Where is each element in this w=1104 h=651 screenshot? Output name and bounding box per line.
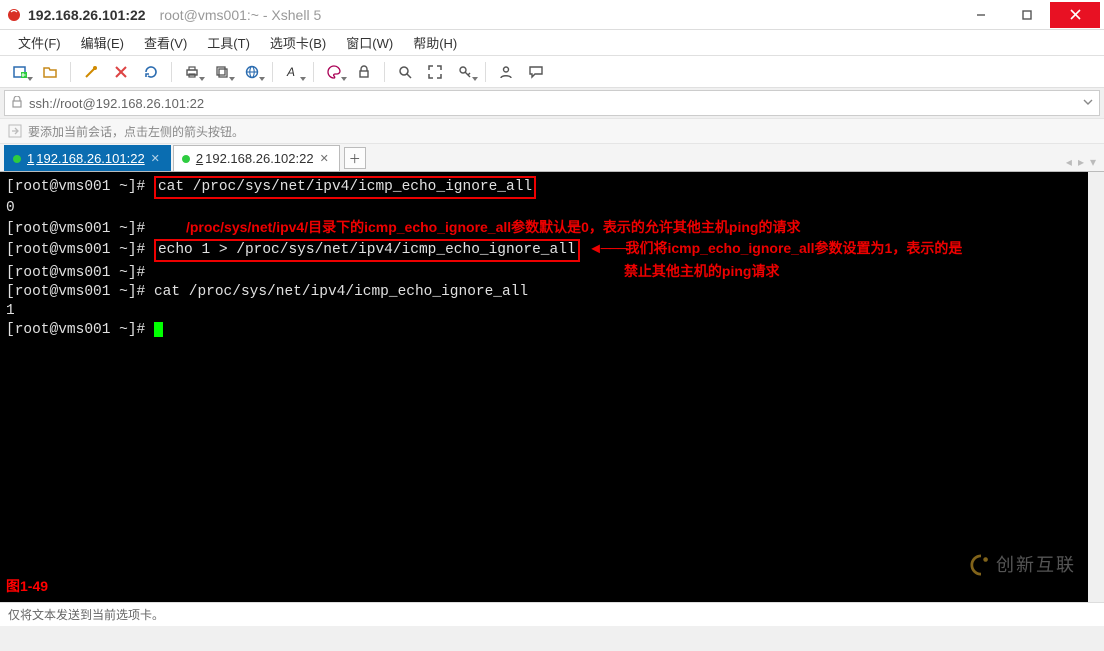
tab-hotkey: 2: [196, 151, 203, 166]
menu-edit[interactable]: 编辑(E): [73, 30, 132, 55]
highlighted-command-2: echo 1 > /proc/sys/net/ipv4/icmp_echo_ig…: [154, 239, 580, 262]
tab-scroll-left-icon[interactable]: ◂: [1064, 153, 1074, 171]
open-icon[interactable]: [36, 60, 64, 84]
arrow-left-icon: ◄───: [588, 241, 625, 257]
watermark: 创新互联: [970, 554, 1076, 576]
title-bar: 192.168.26.101:22 root@vms001:~ - Xshell…: [0, 0, 1104, 30]
hint-arrow-icon[interactable]: [8, 124, 22, 138]
fullscreen-icon[interactable]: [421, 60, 449, 84]
new-session-icon[interactable]: [6, 60, 34, 84]
scrollbar-thumb[interactable]: [1090, 189, 1104, 585]
status-text: 仅将文本发送到当前选项卡。: [8, 606, 164, 623]
status-dot-icon: [13, 155, 21, 163]
reconnect-icon[interactable]: [137, 60, 165, 84]
menu-view[interactable]: 查看(V): [136, 30, 195, 55]
tab-label: 192.168.26.102:22: [205, 151, 313, 166]
terminal-scrollbar[interactable]: ▴ ▾: [1088, 172, 1104, 602]
tab-close-icon[interactable]: ✕: [320, 152, 329, 165]
tab-scroll-right-icon[interactable]: ▸: [1076, 153, 1086, 171]
disconnect-icon[interactable]: [107, 60, 135, 84]
scroll-down-icon[interactable]: ▾: [1089, 586, 1104, 602]
menu-help[interactable]: 帮助(H): [405, 30, 465, 55]
font-icon[interactable]: A: [279, 60, 307, 84]
separator: [384, 62, 385, 82]
address-dropdown-icon[interactable]: [1083, 96, 1093, 110]
user-icon[interactable]: [492, 60, 520, 84]
toolbar: A: [0, 56, 1104, 88]
separator: [70, 62, 71, 82]
scroll-up-icon[interactable]: ▴: [1089, 172, 1104, 188]
session-tab-2[interactable]: 2192.168.26.102:22 ✕: [173, 145, 340, 171]
address-url[interactable]: ssh://root@192.168.26.101:22: [29, 96, 1083, 111]
window-title-path: root@vms001:~ - Xshell 5: [160, 7, 322, 23]
minimize-button[interactable]: [958, 2, 1004, 28]
terminal-cursor: [154, 322, 163, 337]
find-icon[interactable]: [391, 60, 419, 84]
close-button[interactable]: [1050, 2, 1100, 28]
terminal-output: 1: [6, 302, 1082, 321]
shell-prompt: [root@vms001 ~]#: [6, 242, 154, 258]
shell-prompt: [root@vms001 ~]#: [6, 179, 154, 195]
terminal-command: cat /proc/sys/net/ipv4/icmp_echo_ignore_…: [154, 284, 528, 300]
figure-label: 图1-49: [6, 577, 48, 596]
terminal-output: 0: [6, 199, 1082, 218]
shell-prompt: [root@vms001 ~]#: [6, 284, 154, 300]
shell-prompt: [root@vms001 ~]#: [6, 322, 154, 338]
app-icon: [6, 7, 22, 23]
key-icon[interactable]: [451, 60, 479, 84]
connect-icon[interactable]: [77, 60, 105, 84]
hint-bar: 要添加当前会话，点击左侧的箭头按钮。: [0, 118, 1104, 144]
annotation-text-2a: 我们将icmp_echo_ignore_all参数设置为1，表示的是: [625, 240, 962, 256]
menu-window[interactable]: 窗口(W): [338, 30, 401, 55]
tab-close-icon[interactable]: ✕: [151, 152, 160, 165]
tab-list-dropdown-icon[interactable]: ▾: [1088, 153, 1098, 171]
separator: [485, 62, 486, 82]
menu-bar: 文件(F) 编辑(E) 查看(V) 工具(T) 选项卡(B) 窗口(W) 帮助(…: [0, 30, 1104, 56]
address-bar[interactable]: ssh://root@192.168.26.101:22: [4, 90, 1100, 116]
print-icon[interactable]: [178, 60, 206, 84]
session-tab-bar: 1192.168.26.101:22 ✕ 2192.168.26.102:22 …: [0, 144, 1104, 172]
separator: [313, 62, 314, 82]
highlighted-command-1: cat /proc/sys/net/ipv4/icmp_echo_ignore_…: [154, 176, 536, 199]
tab-scroll-arrows: ◂ ▸ ▾: [1064, 153, 1104, 171]
menu-file[interactable]: 文件(F): [10, 30, 69, 55]
palette-icon[interactable]: [320, 60, 348, 84]
separator: [272, 62, 273, 82]
tab-hotkey: 1: [27, 151, 34, 166]
tab-add-button[interactable]: ＋: [344, 147, 366, 169]
comment-icon[interactable]: [522, 60, 550, 84]
watermark-text: 创新互联: [996, 556, 1076, 575]
menu-tools[interactable]: 工具(T): [199, 30, 258, 55]
tab-label: 192.168.26.101:22: [36, 151, 144, 166]
status-bar: 仅将文本发送到当前选项卡。: [0, 602, 1104, 626]
annotation-text-2b: 禁止其他主机的ping请求: [624, 263, 780, 279]
session-tab-1[interactable]: 1192.168.26.101:22 ✕: [4, 145, 171, 171]
separator: [171, 62, 172, 82]
window-title-host: 192.168.26.101:22: [28, 7, 146, 23]
shell-prompt: [root@vms001 ~]#: [6, 221, 154, 237]
menu-tabs[interactable]: 选项卡(B): [262, 30, 334, 55]
annotation-text-1: /proc/sys/net/ipv4/目录下的icmp_echo_ignore_…: [186, 219, 801, 235]
globe-icon[interactable]: [238, 60, 266, 84]
copy-icon[interactable]: [208, 60, 236, 84]
svg-text:A: A: [286, 65, 295, 79]
terminal-view[interactable]: [root@vms001 ~]# cat /proc/sys/net/ipv4/…: [0, 172, 1104, 602]
status-dot-icon: [182, 155, 190, 163]
lock-small-icon: [11, 96, 23, 111]
lock-icon[interactable]: [350, 60, 378, 84]
maximize-button[interactable]: [1004, 2, 1050, 28]
shell-prompt: [root@vms001 ~]#: [6, 265, 154, 281]
hint-text: 要添加当前会话，点击左侧的箭头按钮。: [28, 123, 244, 140]
